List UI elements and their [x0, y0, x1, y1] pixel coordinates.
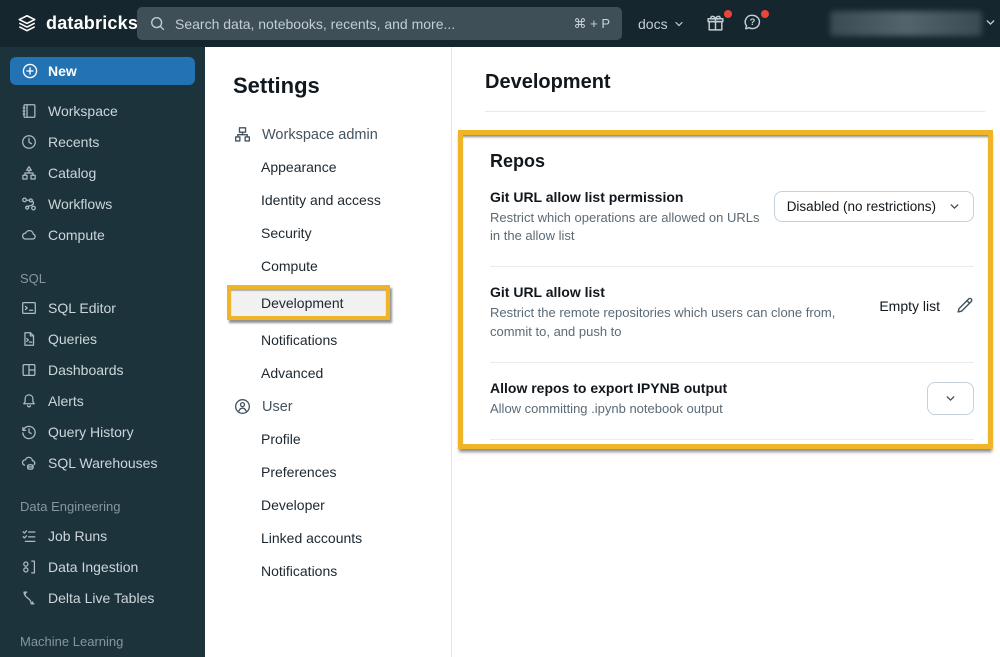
docs-label: docs	[638, 15, 668, 32]
sidebar-item-dashboards[interactable]: Dashboards	[0, 354, 205, 385]
git-url-permission-dropdown[interactable]: Disabled (no restrictions)	[773, 191, 974, 222]
settings-nav-panel: Settings Workspace admin Appearance Iden…	[205, 47, 452, 657]
settings-item-linked-accounts[interactable]: Linked accounts	[261, 521, 451, 554]
help-button[interactable]: ?	[742, 10, 769, 36]
settings-title: Settings	[233, 73, 320, 98]
data-ingestion-icon	[23, 560, 36, 573]
delta-live-tables-icon	[23, 591, 35, 604]
setting-description: Restrict the remote repositories which u…	[490, 305, 836, 339]
chevron-down-icon	[674, 21, 683, 26]
history-icon	[22, 425, 36, 439]
ipynb-output-dropdown[interactable]	[927, 381, 974, 415]
settings-item-development-selected[interactable]: Development	[261, 289, 386, 316]
settings-item-compute[interactable]: Compute	[261, 249, 451, 282]
sidebar-section-data-engineering: Data Engineering	[20, 499, 121, 514]
settings-item-preferences[interactable]: Preferences	[261, 455, 451, 488]
account-chevron-icon[interactable]	[984, 16, 997, 34]
sidebar-item-sql-warehouses[interactable]: SQL Warehouses	[0, 447, 205, 478]
chevron-down-icon	[946, 395, 955, 401]
whats-new-button[interactable]	[705, 10, 732, 36]
sidebar-item-workflows[interactable]: Workflows	[0, 188, 205, 219]
settings-group-user[interactable]: User	[233, 397, 451, 416]
settings-item-appearance[interactable]: Appearance	[261, 150, 451, 183]
help-bubble-icon: ?	[744, 14, 761, 30]
settings-item-identity-and-access[interactable]: Identity and access	[261, 183, 451, 216]
annotation-highlight-development: Development	[227, 285, 390, 320]
sidebar-item-queries[interactable]: Queries	[0, 323, 205, 354]
setting-row-git-url-allow-list: Git URL allow list Restrict the remote r…	[490, 267, 974, 363]
sidebar-item-query-history[interactable]: Query History	[0, 416, 205, 447]
settings-item-security[interactable]: Security	[261, 216, 451, 249]
annotation-highlight-repos: Repos Git URL allow list permission Rest…	[458, 130, 993, 449]
global-search[interactable]: ⌘ + P	[137, 7, 622, 40]
new-label: New	[48, 63, 77, 79]
edit-pencil-icon[interactable]	[955, 296, 974, 315]
plus-circle-icon	[22, 63, 38, 79]
main-content: Development Repos Git URL allow list per…	[452, 47, 1000, 657]
setting-row-ipynb-output: Allow repos to export IPYNB output Allow…	[490, 363, 974, 440]
divider	[485, 111, 985, 112]
sidebar-item-data-ingestion[interactable]: Data Ingestion	[0, 551, 205, 582]
workspace-icon	[22, 103, 36, 118]
settings-item-developer[interactable]: Developer	[261, 488, 451, 521]
sidebar-item-compute[interactable]: Compute	[0, 219, 205, 250]
svg-text:?: ?	[750, 17, 756, 28]
settings-group-workspace-admin[interactable]: Workspace admin	[233, 125, 451, 144]
workflows-icon	[22, 197, 36, 210]
user-icon	[234, 398, 251, 415]
setting-label: Git URL allow list	[490, 284, 605, 301]
sidebar-section-machine-learning: Machine Learning	[20, 634, 124, 649]
dropdown-value: Disabled (no restrictions)	[786, 199, 936, 214]
layers-icon	[18, 14, 36, 31]
account-menu[interactable]	[830, 11, 982, 36]
sidebar-item-workspace[interactable]: Workspace	[0, 95, 205, 126]
sidebar-item-recents[interactable]: Recents	[0, 126, 205, 157]
notification-dot	[761, 10, 769, 18]
warehouse-icon	[21, 456, 36, 470]
sidebar-item-job-runs[interactable]: Job Runs	[0, 520, 205, 551]
settings-item-user-notifications[interactable]: Notifications	[261, 554, 451, 587]
search-shortcut: ⌘ + P	[573, 15, 611, 31]
gift-icon	[707, 15, 724, 31]
settings-item-advanced[interactable]: Advanced	[261, 356, 451, 389]
setting-label: Git URL allow list permission	[490, 189, 684, 205]
sidebar-section-sql: SQL	[20, 271, 47, 286]
sql-editor-icon	[22, 301, 36, 314]
job-runs-icon	[22, 529, 36, 542]
queries-icon	[24, 331, 35, 346]
sidebar-item-alerts[interactable]: Alerts	[0, 385, 205, 416]
org-chart-icon	[234, 127, 251, 142]
logo-text: databricks	[46, 13, 139, 33]
settings-item-profile[interactable]: Profile	[261, 422, 451, 455]
allow-list-value: Empty list	[879, 297, 940, 314]
search-input[interactable]	[175, 15, 565, 32]
setting-description: Allow committing .ipynb notebook output	[490, 400, 723, 416]
new-button[interactable]: New	[10, 57, 195, 85]
cloud-icon	[22, 229, 36, 240]
page-title: Development	[485, 71, 611, 93]
sidebar-item-delta-live-tables[interactable]: Delta Live Tables	[0, 582, 205, 613]
docs-menu[interactable]: docs	[638, 0, 685, 47]
notification-dot	[724, 10, 732, 18]
search-icon	[151, 17, 165, 31]
setting-label: Allow repos to export IPYNB output	[490, 379, 728, 396]
databricks-logo[interactable]: databricks	[0, 13, 152, 35]
top-bar: databricks ⌘ + P docs ?	[0, 0, 1000, 47]
sidebar-item-sql-editor[interactable]: SQL Editor	[0, 292, 205, 323]
clock-icon	[22, 134, 36, 149]
dashboards-icon	[22, 363, 36, 376]
catalog-icon	[22, 165, 36, 180]
repos-section-title: Repos	[490, 151, 546, 171]
chevron-down-icon	[950, 204, 959, 210]
setting-description: Restrict which operations are allowed on…	[490, 210, 760, 244]
sidebar-item-catalog[interactable]: Catalog	[0, 157, 205, 188]
settings-item-notifications[interactable]: Notifications	[261, 323, 451, 356]
app-sidebar: New Workspace Recents Catalog Workflows …	[0, 47, 205, 657]
setting-row-git-url-permission: Git URL allow list permission Restrict w…	[490, 172, 974, 268]
bell-icon	[23, 393, 35, 407]
